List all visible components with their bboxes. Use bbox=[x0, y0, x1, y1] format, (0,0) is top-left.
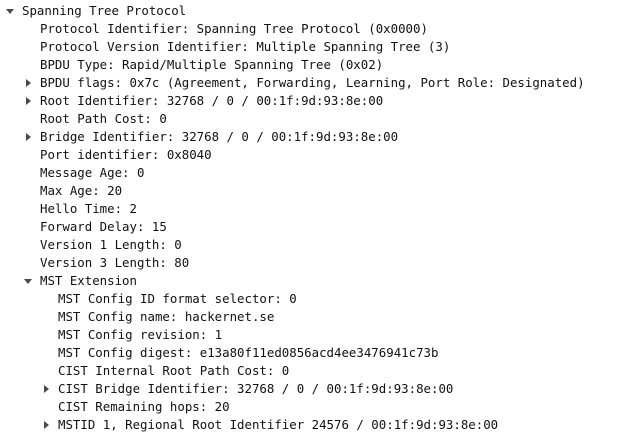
tree-item-bridge-identifier[interactable]: Bridge Identifier: 32768 / 0 / 00:1f:9d:… bbox=[0, 128, 636, 146]
tree-item-root-identifier[interactable]: Root Identifier: 32768 / 0 / 00:1f:9d:93… bbox=[0, 92, 636, 110]
expander-down-icon[interactable] bbox=[22, 272, 34, 290]
tree-item-label: Port identifier: 0x8040 bbox=[40, 147, 212, 162]
tree-item-label: Root Identifier: 32768 / 0 / 00:1f:9d:93… bbox=[40, 93, 384, 108]
expander-right-icon[interactable] bbox=[40, 416, 52, 434]
tree-item-protocol-version[interactable]: Protocol Version Identifier: Multiple Sp… bbox=[0, 38, 636, 56]
tree-item-spanning-tree-protocol[interactable]: Spanning Tree Protocol bbox=[0, 2, 636, 20]
tree-item-label: Protocol Identifier: Spanning Tree Proto… bbox=[40, 21, 428, 36]
expander-right-icon[interactable] bbox=[22, 128, 34, 146]
tree-item-label: BPDU flags: 0x7c (Agreement, Forwarding,… bbox=[40, 75, 585, 90]
tree-item-label: MST Config digest: e13a80f11ed0856acd4ee… bbox=[58, 345, 439, 360]
tree-item-label: MST Config ID format selector: 0 bbox=[58, 291, 297, 306]
tree-item-bpdu-flags[interactable]: BPDU flags: 0x7c (Agreement, Forwarding,… bbox=[0, 74, 636, 92]
tree-item-label: MST Config name: hackernet.se bbox=[58, 309, 275, 324]
tree-item-label: CIST Bridge Identifier: 32768 / 0 / 00:1… bbox=[58, 381, 454, 396]
tree-item-version1-length[interactable]: Version 1 Length: 0 bbox=[0, 236, 636, 254]
tree-item-label: Hello Time: 2 bbox=[40, 201, 137, 216]
tree-item-label: MSTID 1, Regional Root Identifier 24576 … bbox=[58, 417, 499, 432]
tree-item-cist-internal-root-path-cost[interactable]: CIST Internal Root Path Cost: 0 bbox=[0, 362, 636, 380]
tree-item-message-age[interactable]: Message Age: 0 bbox=[0, 164, 636, 182]
tree-item-label: MST Extension bbox=[40, 273, 137, 288]
expander-down-icon[interactable] bbox=[4, 2, 16, 20]
tree-item-protocol-identifier[interactable]: Protocol Identifier: Spanning Tree Proto… bbox=[0, 20, 636, 38]
tree-item-label: Message Age: 0 bbox=[40, 165, 145, 180]
expander-right-icon[interactable] bbox=[22, 74, 34, 92]
tree-item-label: Forward Delay: 15 bbox=[40, 219, 167, 234]
tree-item-label: Max Age: 20 bbox=[40, 183, 123, 198]
tree-item-root-path-cost[interactable]: Root Path Cost: 0 bbox=[0, 110, 636, 128]
tree-item-mstid-1[interactable]: MSTID 1, Regional Root Identifier 24576 … bbox=[0, 416, 636, 434]
tree-item-label: CIST Remaining hops: 20 bbox=[58, 399, 230, 414]
tree-item-label: Root Path Cost: 0 bbox=[40, 111, 167, 126]
tree-item-port-identifier[interactable]: Port identifier: 0x8040 bbox=[0, 146, 636, 164]
tree-item-forward-delay[interactable]: Forward Delay: 15 bbox=[0, 218, 636, 236]
tree-item-label: Version 3 Length: 80 bbox=[40, 255, 190, 270]
tree-item-label: Spanning Tree Protocol bbox=[22, 3, 187, 18]
tree-item-max-age[interactable]: Max Age: 20 bbox=[0, 182, 636, 200]
expander-right-icon[interactable] bbox=[22, 92, 34, 110]
tree-item-hello-time[interactable]: Hello Time: 2 bbox=[0, 200, 636, 218]
tree-item-mst-extension[interactable]: MST Extension bbox=[0, 272, 636, 290]
tree-item-cist-remaining-hops[interactable]: CIST Remaining hops: 20 bbox=[0, 398, 636, 416]
expander-right-icon[interactable] bbox=[40, 380, 52, 398]
tree-item-cist-bridge-identifier[interactable]: CIST Bridge Identifier: 32768 / 0 / 00:1… bbox=[0, 380, 636, 398]
packet-details-tree: Spanning Tree Protocol Protocol Identifi… bbox=[0, 0, 636, 445]
tree-item-label: Bridge Identifier: 32768 / 0 / 00:1f:9d:… bbox=[40, 129, 399, 144]
tree-item-mst-config-name[interactable]: MST Config name: hackernet.se bbox=[0, 308, 636, 326]
tree-item-label: Version 1 Length: 0 bbox=[40, 237, 182, 252]
tree-item-version3-length[interactable]: Version 3 Length: 80 bbox=[0, 254, 636, 272]
tree-item-mst-config-digest[interactable]: MST Config digest: e13a80f11ed0856acd4ee… bbox=[0, 344, 636, 362]
tree-item-mst-config-id-format[interactable]: MST Config ID format selector: 0 bbox=[0, 290, 636, 308]
tree-item-label: Protocol Version Identifier: Multiple Sp… bbox=[40, 39, 451, 54]
tree-item-label: BPDU Type: Rapid/Multiple Spanning Tree … bbox=[40, 57, 384, 72]
tree-item-label: MST Config revision: 1 bbox=[58, 327, 223, 342]
tree-item-bpdu-type[interactable]: BPDU Type: Rapid/Multiple Spanning Tree … bbox=[0, 56, 636, 74]
tree-item-mst-config-revision[interactable]: MST Config revision: 1 bbox=[0, 326, 636, 344]
tree-item-label: CIST Internal Root Path Cost: 0 bbox=[58, 363, 290, 378]
